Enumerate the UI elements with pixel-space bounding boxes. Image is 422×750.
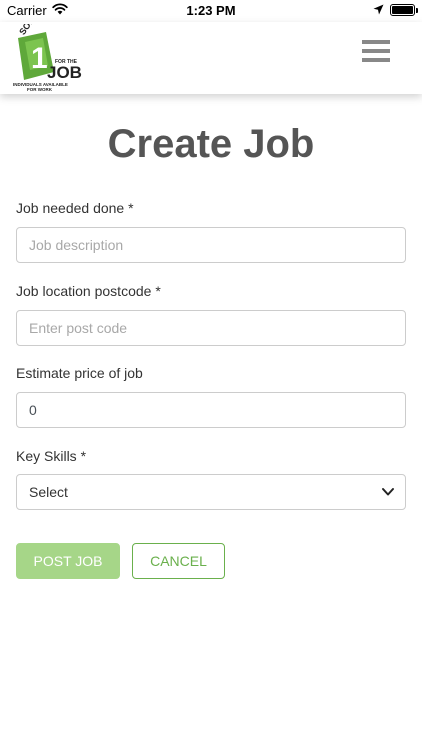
logo-text-number: 1 xyxy=(31,42,48,75)
battery-icon xyxy=(390,4,415,16)
battery-fill xyxy=(392,6,413,14)
logo-tagline-2: FOR WORK xyxy=(27,87,53,92)
post-job-button[interactable]: POST JOB xyxy=(16,543,120,579)
postcode-label: Job location postcode * xyxy=(16,283,161,299)
hamburger-menu-icon[interactable] xyxy=(362,40,390,64)
clock-time: 1:23 PM xyxy=(186,3,236,18)
location-arrow-icon xyxy=(373,4,384,15)
key-skills-selected-value: Select xyxy=(29,484,68,500)
job-description-label: Job needed done * xyxy=(16,200,134,216)
app-logo[interactable]: SOME 1 FOR THE JOB INDIVIDUALS AVAILABLE… xyxy=(4,24,82,94)
cancel-button[interactable]: CANCEL xyxy=(132,543,225,579)
menu-bar xyxy=(362,40,390,44)
menu-bar xyxy=(362,58,390,62)
status-bar: Carrier 1:23 PM xyxy=(0,0,422,22)
postcode-input[interactable] xyxy=(16,310,406,346)
menu-bar xyxy=(362,49,390,53)
job-description-input[interactable] xyxy=(16,227,406,263)
key-skills-label: Key Skills * xyxy=(16,448,87,464)
chevron-down-icon xyxy=(382,488,394,496)
price-label: Estimate price of job xyxy=(16,365,143,381)
app-header: SOME 1 FOR THE JOB INDIVIDUALS AVAILABLE… xyxy=(0,22,422,94)
logo-text-job: JOB xyxy=(47,63,82,82)
battery-tip xyxy=(416,8,418,13)
key-skills-select[interactable]: Select xyxy=(16,474,406,510)
page-title: Create Job xyxy=(107,122,315,166)
price-input[interactable] xyxy=(16,392,406,428)
